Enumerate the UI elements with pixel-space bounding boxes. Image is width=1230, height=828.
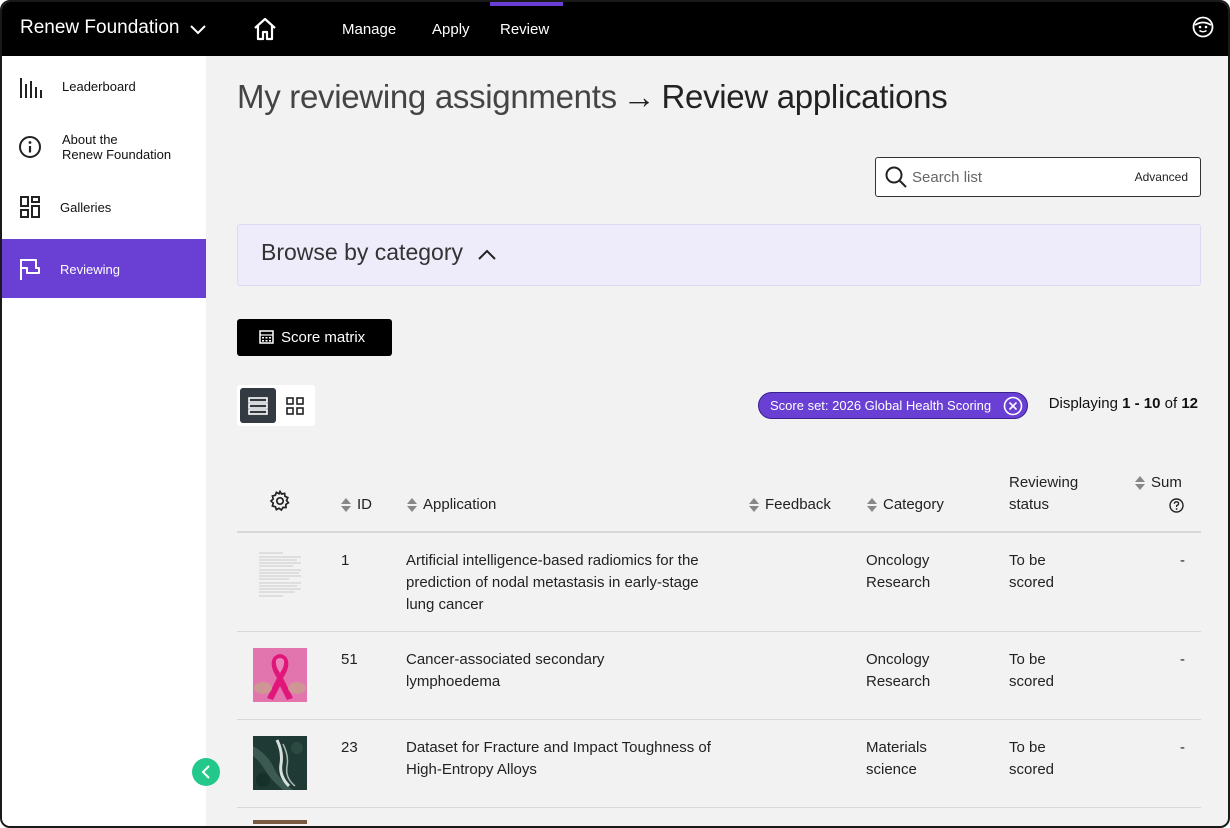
cell-category: Oncology Research	[866, 651, 931, 690]
cell-status: To be scored	[1009, 651, 1055, 690]
organization-switcher[interactable]: Renew Foundation	[20, 17, 206, 39]
sidebar-item-about[interactable]: About the Renew Foundation	[2, 124, 206, 170]
table-icon	[259, 330, 274, 344]
sidebar-item-leaderboard[interactable]: Leaderboard	[2, 70, 206, 106]
column-header-feedback[interactable]: Feedback	[749, 494, 831, 516]
close-icon[interactable]	[1003, 396, 1023, 416]
score-set-filter-chip: Score set: 2026 Global Health Scoring	[758, 392, 1029, 419]
cell-sum: -	[1180, 651, 1185, 668]
cell-sum: -	[1180, 739, 1185, 756]
results-of: of	[1164, 395, 1178, 412]
sidebar: Leaderboard About the Renew Foundation G…	[2, 56, 206, 826]
sidebar-item-label: Reviewing	[60, 262, 120, 277]
search-icon	[885, 166, 907, 188]
cell-application-link[interactable]: Cancer-associated secondary lymphoedema	[406, 649, 646, 693]
sidebar-item-galleries[interactable]: Galleries	[2, 190, 206, 226]
sidebar-item-label: Leaderboard	[62, 79, 136, 94]
results-total: 12	[1181, 395, 1198, 412]
advanced-search-link[interactable]: Advanced	[1135, 170, 1188, 184]
results-range: 1 - 10	[1122, 395, 1161, 412]
column-header-application[interactable]: Application	[407, 494, 496, 516]
cell-id: 1	[341, 552, 350, 569]
help-icon[interactable]	[1169, 498, 1184, 513]
view-toggle	[237, 385, 315, 426]
app-window: Renew Foundation Manage Apply Review Lea…	[0, 0, 1230, 828]
sort-icon	[749, 498, 759, 513]
chevron-down-icon	[189, 24, 206, 34]
column-label: Application	[423, 496, 497, 513]
cell-category: Materials science	[866, 739, 927, 778]
cell-category: Oncology Research	[866, 552, 931, 591]
table-row[interactable]: 1 Artificial intelligence-based radiomic…	[237, 533, 1201, 632]
organization-name: Renew Foundation	[20, 17, 180, 38]
collapse-sidebar-button[interactable]	[192, 758, 220, 786]
bar-chart-icon	[20, 78, 42, 98]
sort-icon	[1135, 476, 1145, 491]
search-box: Advanced	[875, 157, 1201, 197]
browse-by-category-label: Browse by category	[261, 239, 463, 265]
page-title: My reviewing assignments → Review applicat…	[237, 78, 948, 116]
score-matrix-label: Score matrix	[281, 329, 366, 346]
nav-apply[interactable]: Apply	[432, 2, 470, 56]
cell-id: 51	[341, 651, 358, 668]
top-navigation-bar: Renew Foundation Manage Apply Review	[2, 2, 1228, 56]
column-header-category[interactable]: Category	[867, 494, 944, 516]
main-content: My reviewing assignments → Review applicat…	[206, 56, 1228, 826]
nav-review[interactable]: Review	[489, 2, 564, 56]
sort-icon	[867, 498, 877, 513]
current-page-title: Review applications	[661, 78, 948, 115]
next-row-thumbnail-edge	[253, 820, 307, 824]
results-prefix: Displaying	[1048, 395, 1118, 412]
gear-icon[interactable]	[269, 490, 291, 512]
cell-sum: -	[1180, 552, 1185, 569]
column-label: Sum	[1151, 474, 1182, 491]
document-thumbnail[interactable]	[253, 549, 307, 603]
column-header-id[interactable]: ID	[341, 494, 372, 516]
chevron-up-icon	[478, 249, 496, 260]
sidebar-item-label: About the Renew Foundation	[62, 132, 172, 162]
filter-chip-label: Score set: 2026 Global Health Scoring	[770, 398, 992, 413]
pink-ribbon-thumbnail[interactable]	[253, 648, 307, 702]
column-header-reviewing-status[interactable]: Reviewing status	[1009, 472, 1078, 516]
breadcrumb-arrow: →	[622, 78, 656, 115]
cell-id: 23	[341, 739, 358, 756]
info-icon	[19, 136, 41, 158]
chevron-left-icon	[201, 765, 210, 779]
grid-view-button[interactable]	[277, 388, 313, 423]
table-row[interactable]: 51 Cancer-associated secondary lymphoede…	[237, 632, 1201, 720]
table-row[interactable]: 23 Dataset for Fracture and Impact Tough…	[237, 720, 1201, 808]
cell-application-link[interactable]: Artificial intelligence-based radiomics …	[406, 550, 726, 616]
cell-application-link[interactable]: Dataset for Fracture and Impact Toughnes…	[406, 737, 726, 781]
score-matrix-button[interactable]: Score matrix	[237, 319, 392, 356]
sort-icon	[341, 498, 351, 513]
column-label: Feedback	[765, 496, 831, 513]
cell-status: To be scored	[1009, 739, 1055, 778]
column-header-sum[interactable]: Sum	[1135, 472, 1184, 513]
table-header: ID Application Feedback Category Reviewi…	[237, 468, 1201, 533]
aerial-landscape-thumbnail[interactable]	[253, 736, 307, 790]
user-avatar-icon[interactable]	[1192, 16, 1214, 38]
home-icon[interactable]	[252, 16, 278, 42]
applications-table: ID Application Feedback Category Reviewi…	[237, 468, 1201, 824]
search-input[interactable]	[912, 166, 1112, 188]
nav-manage[interactable]: Manage	[342, 2, 396, 56]
column-label: ID	[357, 496, 372, 513]
column-label: Category	[883, 496, 944, 513]
sidebar-item-label: Galleries	[60, 200, 112, 215]
list-view-button[interactable]	[240, 388, 276, 423]
grid-view-icon	[286, 396, 304, 415]
sidebar-item-reviewing[interactable]: Reviewing	[2, 239, 206, 298]
browse-by-category-toggle[interactable]: Browse by category	[237, 224, 1201, 286]
results-count: Displaying 1 - 10 of 12	[1049, 395, 1198, 412]
flag-icon	[20, 259, 40, 280]
sort-icon	[407, 498, 417, 513]
cell-status: To be scored	[1009, 552, 1055, 591]
breadcrumb-link[interactable]: My reviewing assignments	[237, 78, 617, 115]
gallery-icon	[20, 196, 40, 218]
list-view-icon	[248, 396, 268, 415]
